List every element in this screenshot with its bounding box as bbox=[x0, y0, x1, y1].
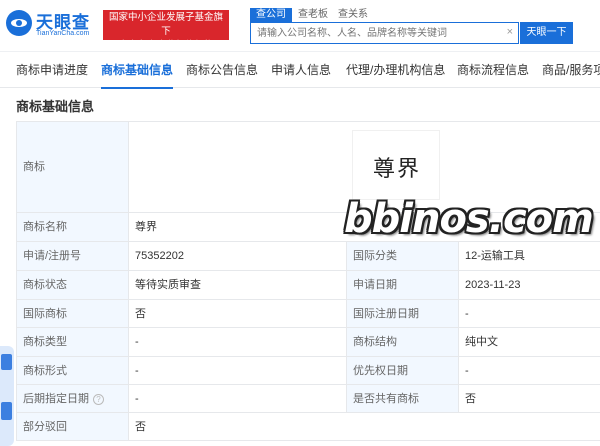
tab-agency[interactable]: 代理/办理机构信息 bbox=[346, 52, 445, 88]
label-trademark-form: 商标形式 bbox=[16, 357, 128, 385]
trademark-image: 尊界 bbox=[352, 130, 440, 200]
search-box: × bbox=[250, 22, 519, 44]
label-priority-date: 优先权日期 bbox=[346, 357, 458, 385]
label-status: 商标状态 bbox=[16, 271, 128, 300]
floating-side-widget[interactable] bbox=[0, 346, 14, 446]
label-trademark: 商标 bbox=[16, 122, 128, 213]
watermark-text: bbinos.com bbox=[344, 196, 594, 242]
tab-goods-services[interactable]: 商品/服务项目 bbox=[542, 52, 600, 88]
site-header: 天眼查 TianYanCha.com 国家中小企业发展子基金旗下 官方备案企业征… bbox=[0, 0, 600, 52]
search-button[interactable]: 天眼一下 bbox=[520, 22, 573, 44]
logo-domain: TianYanCha.com bbox=[36, 30, 90, 37]
tab-search-boss[interactable]: 查老板 bbox=[292, 8, 334, 22]
label-apply-date: 申请日期 bbox=[346, 271, 458, 300]
label-trademark-type: 商标类型 bbox=[16, 328, 128, 357]
value-status: 等待实质审查 bbox=[128, 271, 346, 300]
tab-announcement[interactable]: 商标公告信息 bbox=[186, 52, 258, 88]
search-input[interactable] bbox=[257, 23, 497, 43]
label-shared-trademark: 是否共有商标 bbox=[346, 385, 458, 413]
badge-line-1: 国家中小企业发展子基金旗下 bbox=[108, 12, 223, 37]
label-later-designation: 后期指定日期? bbox=[16, 385, 128, 413]
tab-process[interactable]: 商标流程信息 bbox=[457, 52, 529, 88]
trademark-image-text: 尊界 bbox=[372, 157, 421, 182]
value-apply-date: 2023-11-23 bbox=[458, 271, 600, 300]
label-intl-class: 国际分类 bbox=[346, 242, 458, 271]
value-intl-reg-date: - bbox=[458, 300, 600, 328]
detail-tabs: 商标申请进度 商标基础信息 商标公告信息 申请人信息 代理/办理机构信息 商标流… bbox=[0, 52, 600, 89]
label-reg-number: 申请/注册号 bbox=[16, 242, 128, 271]
tab-basic-info[interactable]: 商标基础信息 bbox=[101, 52, 174, 89]
value-priority-date: - bbox=[458, 357, 600, 385]
value-trademark-type: - bbox=[128, 328, 346, 357]
value-intl-class: 12-运输工具 bbox=[458, 242, 600, 271]
label-intl-trademark: 国际商标 bbox=[16, 300, 128, 328]
tab-applicant[interactable]: 申请人信息 bbox=[271, 52, 331, 88]
value-reg-number: 75352202 bbox=[128, 242, 346, 271]
official-badge: 国家中小企业发展子基金旗下 官方备案企业征信机构 bbox=[103, 10, 229, 51]
value-later-designation: - bbox=[128, 385, 346, 413]
tab-application-progress[interactable]: 商标申请进度 bbox=[16, 52, 88, 88]
badge-line-2: 官方备案企业征信机构 bbox=[118, 40, 214, 51]
close-icon[interactable]: × bbox=[507, 26, 513, 38]
value-partial-rejection: 否 bbox=[128, 413, 600, 441]
value-structure: 纯中文 bbox=[458, 328, 600, 357]
label-partial-rejection: 部分驳回 bbox=[16, 413, 128, 441]
value-intl-trademark: 否 bbox=[128, 300, 346, 328]
value-trademark-form: - bbox=[128, 357, 346, 385]
question-circle-icon[interactable]: ? bbox=[93, 393, 104, 405]
site-logo[interactable]: 天眼查 TianYanCha.com bbox=[6, 8, 98, 42]
tab-search-company[interactable]: 查公司 bbox=[250, 8, 292, 22]
section-title: 商标基础信息 bbox=[16, 99, 95, 114]
label-later-designation-text: 后期指定日期 bbox=[23, 393, 89, 405]
eye-logo-icon bbox=[6, 10, 32, 36]
value-shared-trademark: 否 bbox=[458, 385, 600, 413]
label-structure: 商标结构 bbox=[346, 328, 458, 357]
label-trademark-name: 商标名称 bbox=[16, 213, 128, 242]
tab-search-relation[interactable]: 查关系 bbox=[332, 8, 374, 22]
label-intl-reg-date: 国际注册日期 bbox=[346, 300, 458, 328]
